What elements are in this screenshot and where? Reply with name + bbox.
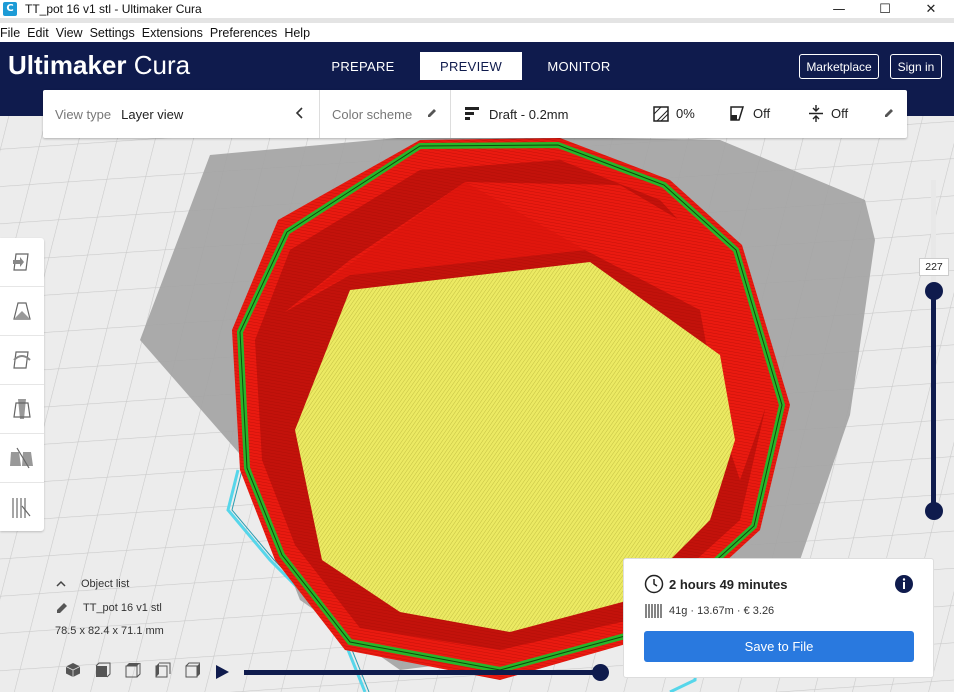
tab-preview[interactable]: PREVIEW [420,52,522,80]
pencil-icon[interactable] [883,107,895,122]
mirror-icon [13,399,31,419]
view-top-button[interactable] [118,660,148,680]
color-scheme-section[interactable]: Color scheme [320,90,451,138]
menu-preferences[interactable]: Preferences [210,26,277,40]
tab-prepare[interactable]: PREPARE [320,52,406,80]
view-right-button[interactable] [178,660,208,680]
object-list: Object list TT_pot 16 v1 stl 78.5 x 82.4… [55,578,164,637]
minimize-button[interactable]: — [816,0,862,18]
view-left-button[interactable] [148,660,178,680]
brand-bold: Ultimaker [8,50,127,80]
path-slider-handle[interactable] [592,664,609,681]
cura-app-icon: C [3,2,17,16]
rotate-tool[interactable] [0,336,44,385]
menu-view[interactable]: View [56,26,83,40]
cube-right-icon [185,662,200,678]
color-scheme-label: Color scheme [332,106,413,122]
support-icon [729,105,745,125]
object-list-header[interactable]: Object list [55,578,164,590]
play-button[interactable] [214,664,230,684]
cube-3d-icon [65,663,81,677]
material-usage: 41g · 13.67m · € 3.26 [669,605,775,617]
per-model-settings-icon [10,447,33,469]
ultimaker-cura-logo: Ultimaker Cura [8,50,190,81]
scale-tool[interactable] [0,287,44,336]
object-list-label: Object list [81,578,130,590]
brand-light: Cura [126,50,191,80]
chevron-up-icon [56,580,66,587]
play-icon [216,665,229,679]
camera-view-buttons [58,660,208,680]
view-toolbar: View type Layer view Color scheme Draft … [43,90,907,138]
window-controls: — ☐ ✕ [816,0,954,18]
menu-file[interactable]: File [0,26,20,40]
print-info-panel: 2 hours 49 minutes 41g · 13.67m · € 3.26… [623,558,934,678]
adhesion-value: Off [831,106,849,121]
layer-number-input[interactable]: 227 [919,258,949,276]
tab-monitor[interactable]: MONITOR [536,52,622,80]
profile-icon [465,106,479,123]
stage-tabs: PREPARE PREVIEW MONITOR [320,52,636,80]
save-to-file-button[interactable]: Save to File [644,631,914,662]
adhesion-icon [808,105,824,125]
print-settings-section[interactable]: Draft - 0.2mm 0% Off Off [451,90,907,138]
move-tool[interactable] [0,238,44,287]
view-type-section[interactable]: View type Layer view [43,90,320,138]
infill-value: 0% [676,106,695,121]
menu-bar: File Edit View Settings Extensions Prefe… [0,23,954,42]
object-name: TT_pot 16 v1 stl [83,602,162,614]
per-model-settings-tool[interactable] [0,434,44,483]
view-type-label: View type [55,106,112,122]
object-item[interactable]: TT_pot 16 v1 stl [55,601,164,615]
window-title-bar: C TT_pot 16 v1 stl - Ultimaker Cura — ☐ … [0,0,954,18]
spool-icon [645,604,663,623]
close-button[interactable]: ✕ [908,0,954,18]
view-front-button[interactable] [88,660,118,680]
maximize-button[interactable]: ☐ [862,0,908,18]
view-type-value: Layer view [121,106,184,122]
support-blocker-icon [12,497,31,518]
pencil-icon[interactable] [55,601,69,615]
mirror-tool[interactable] [0,385,44,434]
pencil-icon[interactable] [426,107,438,122]
rotate-icon [13,351,31,369]
signin-button[interactable]: Sign in [890,54,942,79]
info-icon[interactable] [894,574,914,599]
cube-top-icon [125,663,141,678]
tool-panel [0,238,44,531]
layer-slider-range[interactable] [931,290,936,512]
menu-extensions[interactable]: Extensions [142,26,203,40]
object-dimensions: 78.5 x 82.4 x 71.1 mm [55,625,164,637]
view-3d-button[interactable] [58,660,88,680]
cube-left-icon [155,662,171,678]
chevron-left-icon[interactable] [295,106,305,123]
support-blocker-tool[interactable] [0,483,44,532]
path-slider-track[interactable] [244,670,604,675]
layer-slider-upper-handle[interactable] [925,282,943,300]
window-title: TT_pot 16 v1 stl - Ultimaker Cura [25,2,202,16]
profile-value: Draft - 0.2mm [489,106,569,122]
infill-icon [653,106,669,125]
layer-slider-lower-handle[interactable] [925,502,943,520]
support-value: Off [753,106,771,121]
clock-icon [644,574,664,599]
scale-icon [13,302,31,320]
print-time: 2 hours 49 minutes [669,577,788,592]
menu-edit[interactable]: Edit [27,26,49,40]
cube-front-icon [95,662,111,678]
move-icon [13,253,29,271]
menu-settings[interactable]: Settings [90,26,135,40]
marketplace-button[interactable]: Marketplace [799,54,879,79]
menu-help[interactable]: Help [284,26,310,40]
